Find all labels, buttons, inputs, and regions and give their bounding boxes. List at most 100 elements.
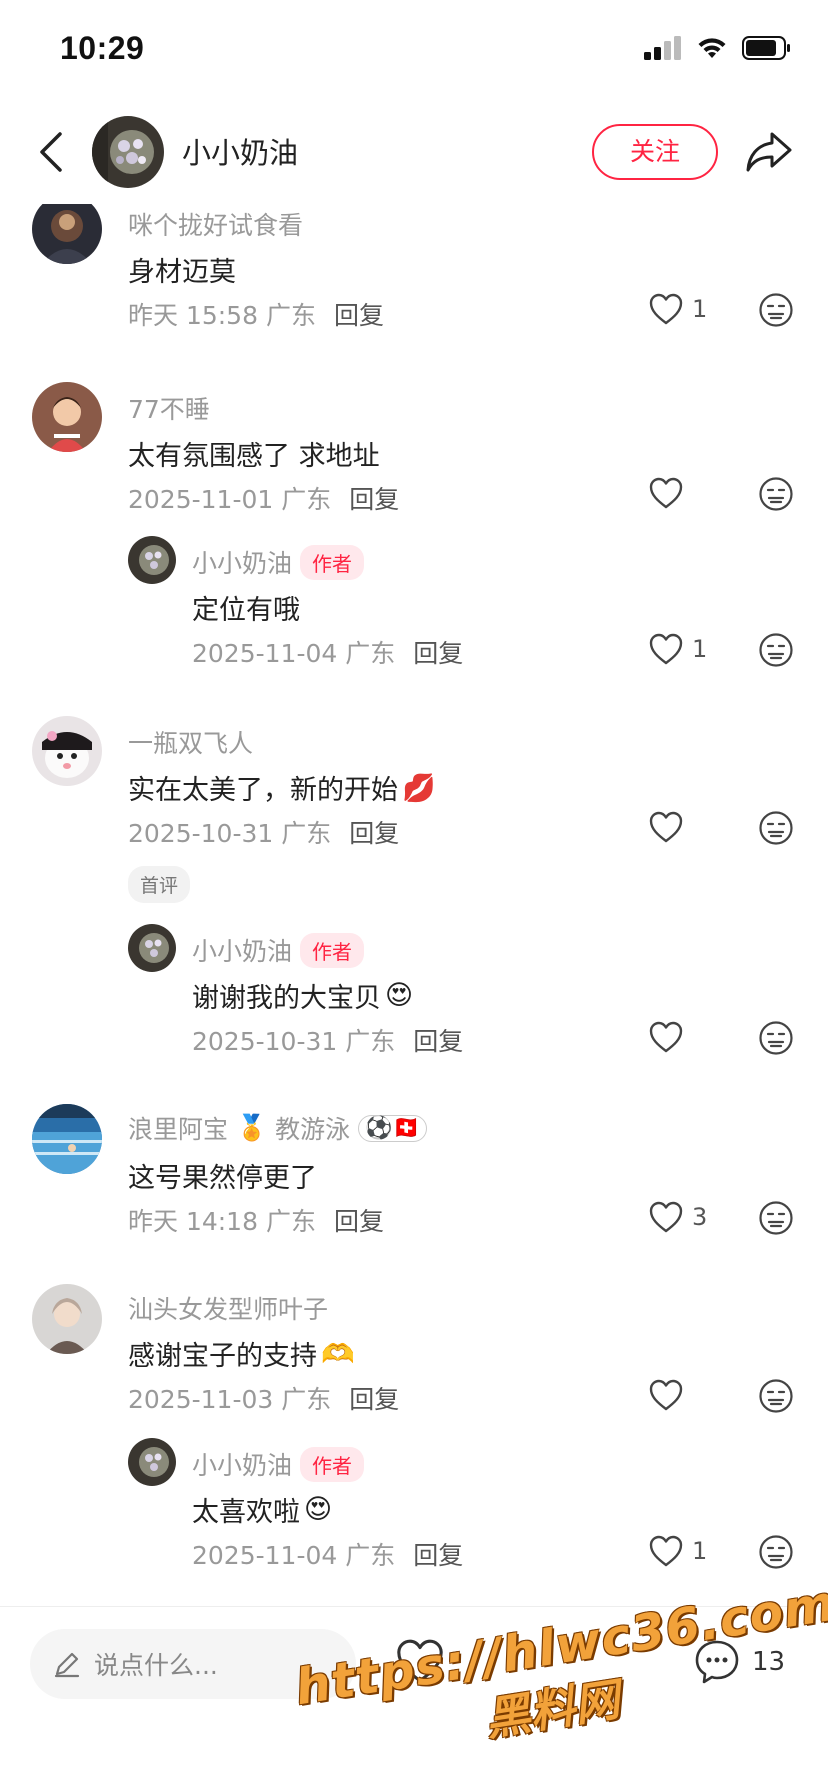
comment-username[interactable]: 小小奶油 作者: [192, 544, 365, 580]
comment-username[interactable]: 小小奶油 作者: [192, 932, 365, 968]
share-button[interactable]: [744, 126, 794, 176]
reply-button[interactable]: 回复: [413, 639, 463, 668]
author-tag: 作者: [300, 544, 365, 580]
meh-face-icon: [759, 1021, 793, 1055]
header-username[interactable]: 小小奶油: [182, 130, 298, 172]
heart-eyes-emoji: 😍: [385, 980, 414, 1011]
follow-button[interactable]: 关注: [592, 124, 718, 180]
dislike-button[interactable]: [758, 1534, 794, 1574]
pencil-icon: [54, 1652, 80, 1678]
dislike-button[interactable]: [758, 810, 794, 850]
comment-username[interactable]: 咪个拢好试食看: [128, 206, 303, 242]
signal-icon: [644, 36, 681, 60]
comment-date: 2025-10-31 广东: [128, 819, 332, 848]
header-avatar[interactable]: [92, 116, 164, 188]
reply-button[interactable]: 回复: [413, 1027, 463, 1056]
meh-face-icon: [759, 1535, 793, 1569]
first-comment-badge: 首评: [128, 866, 191, 903]
like-button[interactable]: [648, 1378, 692, 1412]
dislike-button[interactable]: [758, 1020, 794, 1060]
avatar[interactable]: [128, 1438, 176, 1486]
comment-input-placeholder: 说点什么...: [94, 1651, 218, 1680]
dislike-button[interactable]: [758, 292, 794, 332]
heart-icon: [649, 1379, 683, 1411]
meh-face-icon: [759, 477, 793, 511]
like-button[interactable]: [648, 476, 692, 510]
heart-eyes-emoji: 😍: [304, 1494, 333, 1525]
comment-username[interactable]: 小小奶油 作者: [192, 1446, 365, 1482]
like-count: 1: [692, 295, 708, 323]
avatar[interactable]: [128, 924, 176, 972]
comment-meta: 2025-10-31 广东 回复: [128, 814, 399, 850]
author-tag: 作者: [300, 932, 365, 968]
reply-button[interactable]: 回复: [349, 1385, 399, 1414]
like-count: 1: [692, 1537, 708, 1565]
comment-username[interactable]: 一瓶双飞人: [128, 724, 253, 760]
reply-button[interactable]: 回复: [334, 1207, 384, 1236]
heart-icon: [649, 811, 683, 843]
heart-icon: [649, 1535, 683, 1567]
comment-text: 谢谢我的大宝贝 😍: [192, 980, 414, 1014]
avatar[interactable]: [32, 204, 102, 264]
comment-list: 咪个拢好试食看 身材迈莫 昨天 15:58 广东 回复 1 77不睡 太有氛围感了…: [0, 204, 828, 1606]
comment-item: 77不睡 太有氛围感了 求地址 2025-11-01 广东 回复 小小奶油 作者 定…: [0, 382, 828, 712]
avatar[interactable]: [32, 382, 102, 452]
like-button[interactable]: 3: [648, 1200, 707, 1234]
header: 小小奶油 关注: [0, 100, 828, 204]
battery-icon: [742, 36, 790, 60]
like-button[interactable]: 1: [648, 292, 707, 326]
reply-button[interactable]: 回复: [334, 301, 384, 330]
back-button[interactable]: [30, 128, 74, 176]
heart-hands-emoji: 🫶: [321, 1338, 355, 1370]
comment-date: 2025-11-03 广东: [128, 1385, 332, 1414]
reply-button[interactable]: 回复: [349, 819, 399, 848]
comment-text: 感谢宝子的支持 🫶: [128, 1338, 355, 1373]
reply-button[interactable]: 回复: [413, 1541, 463, 1570]
avatar[interactable]: [32, 1284, 102, 1354]
like-count: 1: [692, 635, 708, 663]
comment-text: 身材迈莫: [128, 257, 236, 288]
heart-icon: [649, 633, 683, 665]
meh-face-icon: [759, 293, 793, 327]
comment-date: 昨天 14:18 广东: [128, 1207, 316, 1236]
like-button[interactable]: 1: [648, 1534, 707, 1568]
comment-text: 定位有哦: [192, 595, 300, 626]
comment-meta: 2025-11-04 广东 回复: [192, 1536, 463, 1572]
avatar[interactable]: [32, 1104, 102, 1174]
reply-button[interactable]: 回复: [349, 485, 399, 514]
dislike-button[interactable]: [758, 632, 794, 672]
like-count: 3: [692, 1203, 708, 1231]
user-badge: ⚽🇨🇭: [358, 1114, 427, 1142]
comment-item: 汕头女发型师叶子 感谢宝子的支持 🫶 2025-11-03 广东 回复 小小奶油 作者…: [0, 1284, 828, 1604]
comment-username[interactable]: 浪里阿宝 🏅 教游泳 ⚽🇨🇭: [128, 1110, 427, 1146]
comment-username[interactable]: 汕头女发型师叶子: [128, 1290, 328, 1326]
dislike-button[interactable]: [758, 1378, 794, 1418]
comment-date: 昨天 15:58 广东: [128, 301, 316, 330]
comment-meta: 2025-11-03 广东 回复: [128, 1380, 399, 1416]
author-tag: 作者: [300, 1446, 365, 1482]
comment-username[interactable]: 77不睡: [128, 390, 210, 426]
status-time: 10:29: [60, 30, 145, 66]
heart-icon: [649, 1201, 683, 1233]
avatar[interactable]: [32, 716, 102, 786]
comment-date: 2025-11-04 广东: [192, 639, 396, 668]
meh-face-icon: [759, 1379, 793, 1413]
comment-text: 这号果然停更了: [128, 1163, 317, 1194]
share-icon: [746, 132, 792, 172]
comment-text: 实在太美了，新的开始 💋: [128, 772, 436, 807]
comment-meta: 2025-11-01 广东 回复: [128, 480, 399, 516]
dislike-button[interactable]: [758, 476, 794, 516]
like-button[interactable]: [648, 1020, 692, 1054]
status-bar: 10:29: [0, 0, 828, 100]
like-button[interactable]: 1: [648, 632, 707, 666]
dislike-button[interactable]: [758, 1200, 794, 1240]
medal-emoji: 🏅: [236, 1113, 268, 1142]
comment-text: 太有氛围感了 求地址: [128, 441, 380, 472]
comment-meta: 2025-11-04 广东 回复: [192, 634, 463, 670]
comment-item: 浪里阿宝 🏅 教游泳 ⚽🇨🇭 这号果然停更了 昨天 14:18 广东 回复 3: [0, 1104, 828, 1264]
heart-icon: [649, 293, 683, 325]
comment-item: 咪个拢好试食看 身材迈莫 昨天 15:58 广东 回复 1: [0, 204, 828, 344]
comment-date: 2025-11-04 广东: [192, 1541, 396, 1570]
avatar[interactable]: [128, 536, 176, 584]
like-button[interactable]: [648, 810, 692, 844]
